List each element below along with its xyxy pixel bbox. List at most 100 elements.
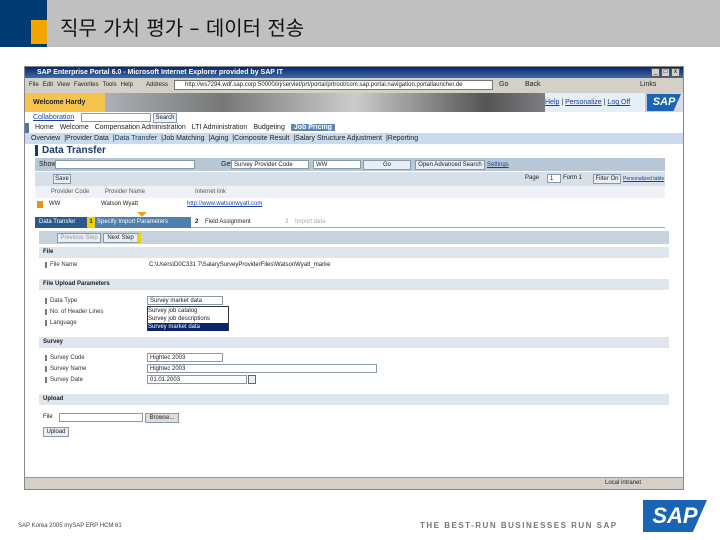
show-label: Show [39,161,57,168]
header-links: Help | Personalize | Log Off [545,93,645,112]
subnav-salary-structure[interactable]: Salary Structure Adjustment [295,135,382,142]
help-link[interactable]: Help [545,99,559,106]
step-3-number: 3 [285,219,289,225]
previous-step-button[interactable]: Previous Step [57,233,101,243]
survey-name-label: Survey Name [45,366,86,372]
option-job-descriptions[interactable]: Survey job descriptions [148,315,228,323]
col-provider-code[interactable]: Provider Code [51,186,89,198]
address-label: Address [146,82,169,88]
language-label: Language [45,320,77,326]
back-button[interactable]: Back [525,80,541,90]
header-lines-label: No. of Header Lines [45,309,103,315]
step-1-label[interactable]: Specify Import Parameters [95,217,191,228]
roadmap: Data Transfer 1 Specify Import Parameter… [35,217,665,228]
table-row[interactable]: WW Watson Wyatt http://www.watsonwyatt.c… [35,198,665,211]
status-zone: Local intranet [605,480,642,486]
table-header: Provider Code Provider Name Internet lin… [35,186,665,198]
slide-tagline: THE BEST-RUN BUSINESSES RUN SAP [420,521,618,530]
col-internet-link[interactable]: Internet link [195,186,226,198]
upload-button[interactable]: Upload [43,427,69,437]
slide-bullet [31,20,47,44]
slide-title: 직무 가치 평가 – 데이터 전송 [60,16,305,40]
cell-link[interactable]: http://www.watsonwyatt.com [187,198,262,211]
close-button[interactable]: x [671,68,680,77]
address-bar[interactable]: http://ws7294.wdf.sap.corp:50000/irj/ser… [174,80,493,90]
subnav-provider-data[interactable]: Provider Data [66,135,109,142]
search-button[interactable]: Search [153,113,177,123]
menu-view[interactable]: View [57,82,70,88]
minimize-button[interactable]: _ [651,68,660,77]
row-selector[interactable] [37,201,43,208]
browser-window: SAP Enterprise Portal 6.0 - Microsoft In… [24,66,684,490]
step-2-number: 2 [195,219,199,225]
links-button[interactable]: Links [640,80,656,90]
subnav-aging[interactable]: Aging [210,135,228,142]
data-type-dropdown: Survey job catalog Survey job descriptio… [147,306,229,331]
subnav-composite[interactable]: Composite Result [234,135,289,142]
menu-help[interactable]: Help [121,82,133,88]
upload-section-header: Upload [39,394,669,405]
sub-navigation: Overview |Provider Data |Data Transfer |Job… [25,133,683,144]
subnav-overview[interactable]: Overview [31,135,60,142]
next-step-button[interactable]: Next Step [103,233,141,243]
data-type-select[interactable]: Survey market data [147,296,223,305]
status-bar: Local intranet [25,477,683,489]
page-of: Form 1 [563,175,583,181]
menu-edit[interactable]: Edit [43,82,53,88]
survey-date-label: Survey Date [45,377,83,383]
survey-section-header: Survey [39,337,669,348]
subnav-reporting[interactable]: Reporting [388,135,418,142]
show-select[interactable] [55,160,195,169]
col-provider-name[interactable]: Provider Name [105,186,145,198]
nav-lti[interactable]: LTI Administration [192,124,248,131]
step-2-label[interactable]: Field Assignment [205,217,251,228]
cell-name: Watson Wyatt [101,201,139,207]
search-input[interactable] [81,113,151,122]
menu-file[interactable]: File [29,82,39,88]
personalize-link[interactable]: Personalize [565,99,602,106]
file-section-header: File [39,247,669,258]
step-1-number: 1 [87,217,95,228]
subnav-job-matching[interactable]: Job Matching [163,135,205,142]
menu-favorites[interactable]: Favorites [74,82,99,88]
page-title: Data Transfer [35,145,106,156]
menu-tools[interactable]: Tools [103,82,117,88]
nav-compensation[interactable]: Compensation Administration [95,124,186,131]
filter-button[interactable]: Filter On [593,174,621,184]
step-3-label[interactable]: Import data [295,217,325,228]
window-title: SAP Enterprise Portal 6.0 - Microsoft In… [25,67,683,78]
nav-budgeting[interactable]: Budgeting [253,124,285,131]
get-value-input[interactable]: WW [313,160,361,169]
settings-link[interactable]: Settings [487,162,509,168]
save-button[interactable]: Save [53,174,71,184]
logoff-link[interactable]: Log Off [607,99,630,106]
survey-date-input[interactable]: 01.01.2003 [147,375,247,384]
go-query-button[interactable]: Go [363,160,411,170]
page-input[interactable]: 1 [547,174,561,183]
data-type-label: Data Type [45,298,77,304]
cell-code: WW [49,201,61,207]
collaboration-link[interactable]: Collaboration [33,114,74,121]
option-job-catalog[interactable]: Survey job catalog [148,307,228,315]
go-button[interactable]: Go [499,80,508,90]
calendar-icon[interactable] [248,375,256,384]
maximize-button[interactable]: □ [661,68,670,77]
browse-button[interactable]: Browse... [145,413,179,423]
subnav-data-transfer[interactable]: Data Transfer [115,135,157,142]
advanced-search-button[interactable]: Open Advanced Search [415,160,485,170]
nav-welcome[interactable]: Welcome [60,124,89,131]
option-market-data[interactable]: Survey market data [148,323,228,331]
nav-home[interactable]: Home [35,124,54,131]
upload-params-header: File Upload Parameters [39,279,669,290]
file-name-value: C:\Users\D0C331 7\SalarySurveyProviderFi… [149,262,331,268]
welcome-text: Welcome Hardy Kuhn [25,93,105,125]
survey-code-label: Survey Code [45,355,85,361]
upload-file-input[interactable] [59,413,143,422]
nav-job-pricing[interactable]: Job Pricing [290,124,335,131]
survey-code-select[interactable]: Hightec 2003 [147,353,223,362]
get-field-select[interactable]: Survey Provider Code [231,160,309,169]
file-name-label: File Name [45,262,77,268]
personalize-table-link[interactable]: Personalized table [623,176,664,182]
top-navigation: Home Welcome Compensation Administration LT… [25,123,683,133]
survey-name-input[interactable]: Hightec 2003 [147,364,377,373]
